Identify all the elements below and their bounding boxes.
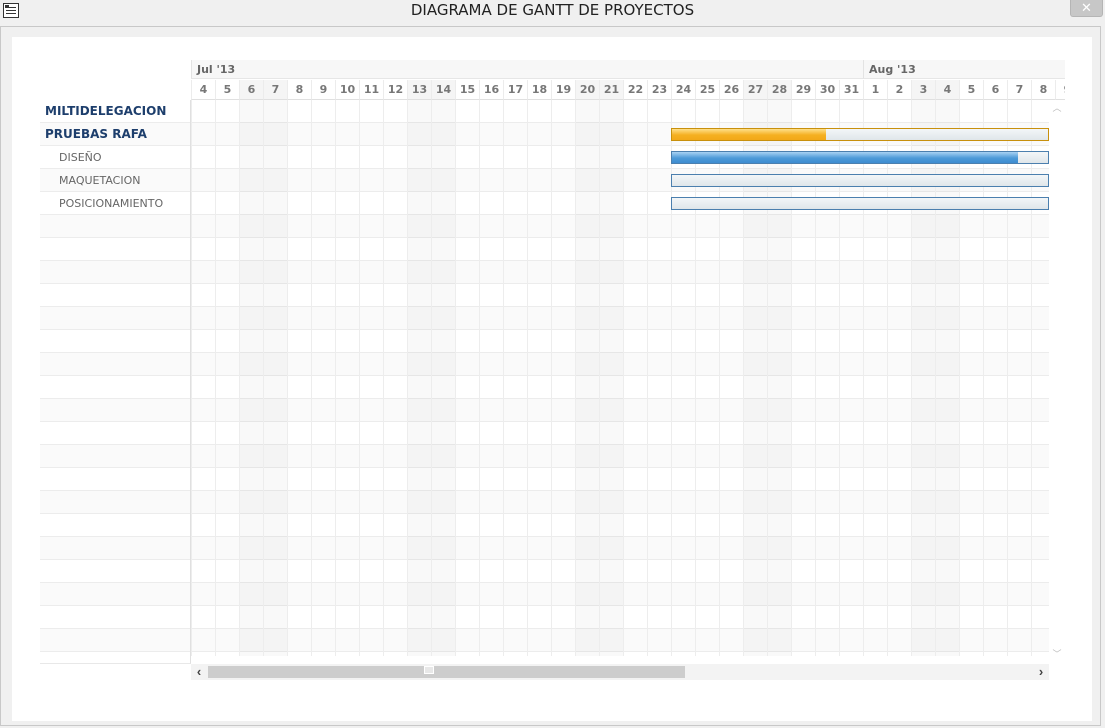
day-column xyxy=(311,100,335,656)
day-column xyxy=(623,100,647,656)
day-column xyxy=(647,100,671,656)
day-header: 9 xyxy=(311,80,335,100)
task-label[interactable]: DISEÑO xyxy=(40,146,191,169)
day-header: 7 xyxy=(263,80,287,100)
day-header: 31 xyxy=(839,80,863,100)
day-column xyxy=(359,100,383,656)
day-header: 28 xyxy=(767,80,791,100)
day-header: 20 xyxy=(575,80,599,100)
day-column xyxy=(335,100,359,656)
vertical-scrollbar[interactable]: ︿ ﹀ xyxy=(1049,100,1065,664)
day-header: 9 xyxy=(1055,80,1065,100)
day-header: 11 xyxy=(359,80,383,100)
day-header: 6 xyxy=(239,80,263,100)
day-column xyxy=(599,100,623,656)
scroll-up-arrow-icon[interactable]: ︿ xyxy=(1051,102,1063,114)
day-header: 22 xyxy=(623,80,647,100)
day-column xyxy=(575,100,599,656)
timeline-header: Jul '13 Aug '13 4 5 6 7 8 9 10 11 12 13 14 15 16 17 18 19… xyxy=(191,60,1065,100)
day-column xyxy=(383,100,407,656)
month-header: Jul '13 xyxy=(191,60,863,79)
window-title: DIAGRAMA DE GANTT DE PROYECTOS xyxy=(410,1,695,19)
day-header: 1 xyxy=(863,80,887,100)
day-header: 25 xyxy=(695,80,719,100)
scroll-grip-icon xyxy=(424,666,434,674)
horizontal-scrollbar[interactable]: ‹ › xyxy=(191,664,1049,680)
day-column xyxy=(479,100,503,656)
day-column xyxy=(551,100,575,656)
day-column xyxy=(407,100,431,656)
task-bar[interactable] xyxy=(671,151,1049,164)
day-header: 17 xyxy=(503,80,527,100)
gantt-day-columns xyxy=(191,100,1049,656)
day-header: 4 xyxy=(935,80,959,100)
day-header: 4 xyxy=(191,80,215,100)
day-column xyxy=(527,100,551,656)
task-label[interactable]: POSICIONAMIENTO xyxy=(40,192,191,215)
day-header: 30 xyxy=(815,80,839,100)
day-column xyxy=(287,100,311,656)
day-column xyxy=(263,100,287,656)
scroll-right-arrow-icon[interactable]: › xyxy=(1033,664,1049,680)
day-header: 5 xyxy=(215,80,239,100)
day-header: 16 xyxy=(479,80,503,100)
day-header: 2 xyxy=(887,80,911,100)
day-header: 14 xyxy=(431,80,455,100)
bar-progress-fill xyxy=(672,152,1018,163)
day-header: 15 xyxy=(455,80,479,100)
day-header: 24 xyxy=(671,80,695,100)
close-button[interactable]: ✕ xyxy=(1070,0,1103,17)
scroll-down-arrow-icon[interactable]: ﹀ xyxy=(1051,648,1063,660)
day-header: 8 xyxy=(1031,80,1055,100)
project-bar[interactable] xyxy=(671,128,1049,141)
day-column xyxy=(455,100,479,656)
day-header: 3 xyxy=(911,80,935,100)
day-column xyxy=(239,100,263,656)
day-header: 26 xyxy=(719,80,743,100)
day-header: 13 xyxy=(407,80,431,100)
horizontal-scroll-thumb[interactable] xyxy=(208,666,685,678)
bar-track xyxy=(672,175,1048,186)
bar-track xyxy=(672,198,1048,209)
project-group-label[interactable]: PRUEBAS RAFA xyxy=(40,123,191,146)
day-header: 23 xyxy=(647,80,671,100)
day-header: 18 xyxy=(527,80,551,100)
scroll-left-arrow-icon[interactable]: ‹ xyxy=(191,664,207,680)
day-header: 8 xyxy=(287,80,311,100)
task-bar[interactable] xyxy=(671,197,1049,210)
bar-progress-fill xyxy=(672,129,827,140)
day-header: 27 xyxy=(743,80,767,100)
day-column xyxy=(503,100,527,656)
day-column xyxy=(431,100,455,656)
day-column xyxy=(215,100,239,656)
month-header: Aug '13 xyxy=(863,60,1065,79)
day-column xyxy=(191,100,215,656)
day-header: 12 xyxy=(383,80,407,100)
task-bar[interactable] xyxy=(671,174,1049,187)
day-header: 7 xyxy=(1007,80,1031,100)
day-header: 29 xyxy=(791,80,815,100)
day-header: 6 xyxy=(983,80,1007,100)
task-label[interactable]: MAQUETACION xyxy=(40,169,191,192)
day-header: 10 xyxy=(335,80,359,100)
project-group-label[interactable]: MILTIDELEGACION xyxy=(40,100,191,123)
title-bar: DIAGRAMA DE GANTT DE PROYECTOS ✕ xyxy=(0,0,1105,24)
task-name-column: MILTIDELEGACION PRUEBAS RAFA DISEÑO MAQUETA… xyxy=(40,100,191,664)
day-header: 21 xyxy=(599,80,623,100)
day-header: 5 xyxy=(959,80,983,100)
day-header: 19 xyxy=(551,80,575,100)
